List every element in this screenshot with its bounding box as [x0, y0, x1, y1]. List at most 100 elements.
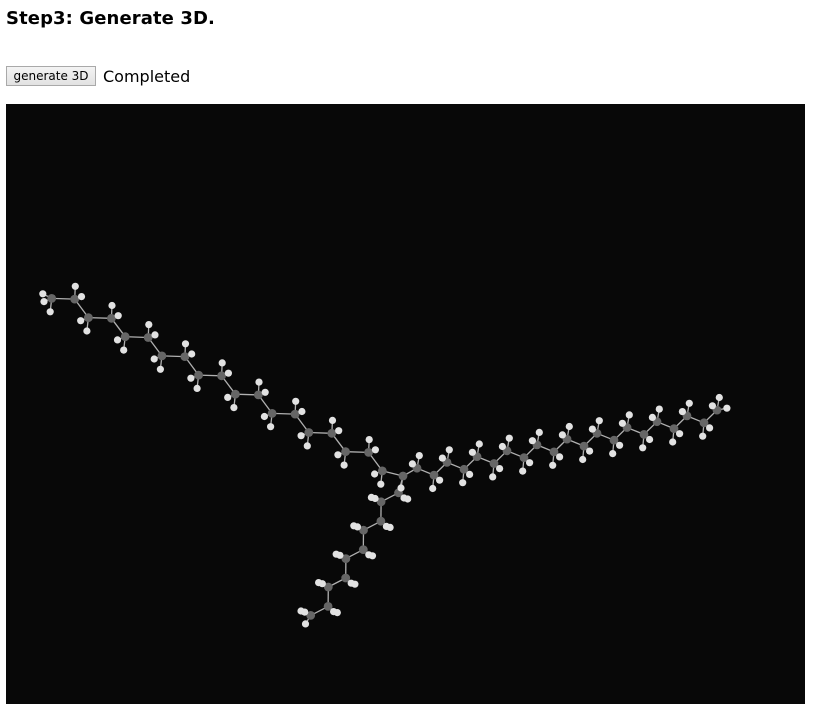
- hydrogen-atom: [333, 609, 341, 617]
- molecule-canvas[interactable]: [6, 104, 805, 704]
- hydrogen-atom: [303, 442, 311, 450]
- hydrogen-atom: [466, 470, 474, 478]
- hydrogen-atom: [586, 447, 594, 455]
- hydrogen-atom: [188, 350, 196, 358]
- carbon-atom: [180, 352, 190, 361]
- hydrogen-atom: [459, 479, 467, 487]
- hydrogen-atom: [71, 282, 79, 290]
- hydrogen-atom: [365, 436, 373, 444]
- hydrogen-atom: [565, 422, 573, 431]
- hydrogen-atom: [377, 480, 385, 488]
- hydrogen-atom: [475, 440, 483, 448]
- hydrogen-atom: [301, 620, 310, 628]
- hydrogen-atom: [519, 467, 527, 475]
- hydrogen-atom: [588, 425, 597, 433]
- hydrogen-atom: [108, 301, 116, 310]
- generate-3d-button[interactable]: generate 3D: [6, 66, 96, 86]
- carbon-atom: [231, 389, 240, 399]
- hydrogen-atom: [468, 448, 476, 456]
- atom-layer: [39, 282, 731, 628]
- hydrogen-atom: [120, 346, 128, 354]
- hydrogen-atom: [386, 523, 394, 531]
- hydrogen-atom: [298, 407, 306, 416]
- controls-row: generate 3D Completed: [6, 66, 190, 86]
- hydrogen-atom: [438, 454, 446, 462]
- hydrogen-atom: [181, 340, 190, 348]
- hydrogen-atom: [297, 432, 305, 440]
- hydrogen-atom: [335, 427, 343, 435]
- hydrogen-atom: [625, 411, 633, 419]
- hydrogen-atom: [415, 452, 423, 460]
- hydrogen-atom: [292, 397, 300, 405]
- hydrogen-atom: [618, 419, 627, 427]
- hydrogen-atom: [328, 416, 337, 424]
- hydrogen-atom: [616, 441, 624, 449]
- carbon-atom: [341, 447, 350, 457]
- hydrogen-atom: [371, 446, 379, 454]
- hydrogen-atom: [267, 423, 275, 431]
- hydrogen-atom: [639, 444, 647, 452]
- hydrogen-atom: [371, 494, 379, 503]
- carbon-atom: [120, 332, 130, 342]
- hydrogen-atom: [150, 355, 158, 363]
- hydrogen-atom: [498, 442, 506, 451]
- hydrogen-atom: [715, 393, 723, 402]
- hydrogen-atom: [77, 293, 86, 301]
- hydrogen-atom: [371, 470, 379, 478]
- hydrogen-atom: [723, 404, 731, 412]
- carbon-atom: [107, 313, 116, 323]
- hydrogen-atom: [301, 608, 309, 616]
- hydrogen-atom: [579, 455, 587, 464]
- hydrogen-atom: [83, 327, 91, 335]
- hydrogen-atom: [445, 446, 453, 454]
- hydrogen-atom: [429, 484, 437, 493]
- hydrogen-atom: [145, 321, 153, 329]
- hydrogen-atom: [556, 453, 564, 461]
- carbon-atom: [398, 471, 408, 481]
- carbon-atom: [194, 370, 204, 380]
- hydrogen-atom: [261, 388, 269, 396]
- hydrogen-atom: [336, 551, 344, 559]
- hydrogen-atom: [397, 484, 405, 492]
- hydrogen-atom: [230, 404, 238, 412]
- hydrogen-atom: [368, 552, 377, 560]
- hydrogen-atom: [340, 461, 348, 469]
- hydrogen-atom: [156, 365, 164, 373]
- hydrogen-atom: [255, 378, 263, 386]
- carbon-atom: [70, 294, 80, 304]
- hydrogen-atom: [549, 461, 557, 469]
- hydrogen-atom: [40, 298, 48, 306]
- hydrogen-atom: [260, 412, 268, 421]
- hydrogen-atom: [408, 460, 416, 468]
- molecule-3d-viewer[interactable]: [6, 104, 805, 704]
- step-title: Step3: Generate 3D.: [6, 8, 215, 29]
- hydrogen-atom: [224, 393, 232, 401]
- page: Step3: Generate 3D. generate 3D Complete…: [0, 0, 816, 716]
- hydrogen-atom: [218, 359, 226, 367]
- hydrogen-atom: [404, 495, 412, 503]
- hydrogen-atom: [353, 523, 362, 531]
- hydrogen-atom: [151, 331, 159, 339]
- status-text: Completed: [103, 66, 191, 86]
- hydrogen-atom: [77, 317, 85, 325]
- hydrogen-atom: [558, 431, 567, 439]
- carbon-atom: [254, 390, 263, 400]
- hydrogen-atom: [708, 402, 717, 410]
- hydrogen-atom: [528, 437, 537, 445]
- hydrogen-atom: [655, 405, 663, 413]
- hydrogen-atom: [648, 413, 657, 421]
- hydrogen-atom: [646, 435, 654, 444]
- hydrogen-atom: [489, 473, 497, 481]
- hydrogen-atom: [318, 580, 326, 588]
- hydrogen-atom: [535, 428, 543, 436]
- carbon-atom: [143, 333, 153, 342]
- hydrogen-atom: [676, 430, 684, 438]
- carbon-atom: [47, 294, 57, 303]
- hydrogen-atom: [706, 424, 714, 432]
- carbon-atom: [267, 409, 277, 418]
- hydrogen-atom: [46, 308, 54, 316]
- hydrogen-atom: [193, 384, 201, 392]
- carbon-atom: [377, 466, 387, 476]
- hydrogen-atom: [436, 476, 444, 484]
- hydrogen-atom: [685, 399, 693, 407]
